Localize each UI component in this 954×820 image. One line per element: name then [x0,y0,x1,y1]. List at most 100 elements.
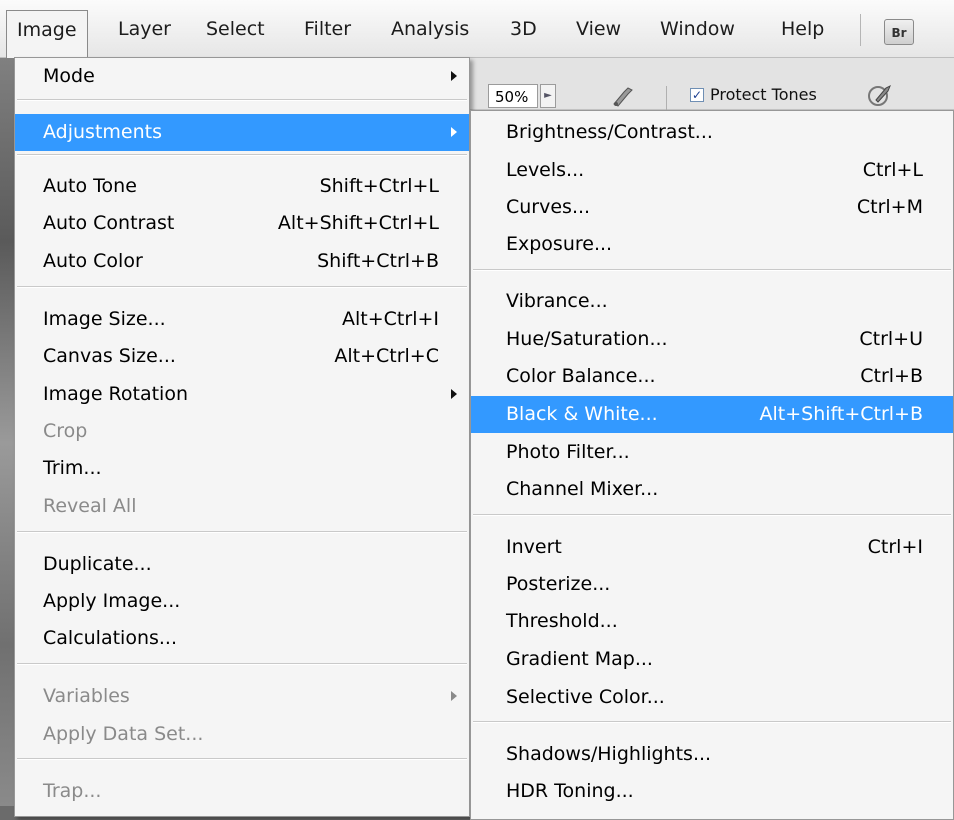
options-bar: 50% ► ✓ Protect Tones [470,58,954,110]
menu-select[interactable]: Select [196,10,275,48]
menu-item-label: Reveal All [43,495,137,517]
menu-item-label: Channel Mixer... [506,478,659,500]
menu-item-label: Vibrance... [506,290,608,312]
menu-item-mode[interactable]: Mode [15,58,469,95]
menu-item-levels[interactable]: Levels... Ctrl+L [471,152,953,189]
menu-separator [473,269,951,271]
menu-image[interactable]: Image [6,10,88,58]
menu-item-auto-color[interactable]: Auto Color Shift+Ctrl+B [15,243,469,280]
menu-item-label: Levels... [506,159,585,181]
options-divider [666,86,667,110]
menu-analysis[interactable]: Analysis [381,10,479,48]
menu-item-label: HDR Toning... [506,780,634,802]
adjustments-submenu: Brightness/Contrast... Levels... Ctrl+L … [470,110,954,820]
menu-item-label: Image Size... [43,308,166,330]
menu-separator [17,663,467,665]
menu-item-label: Auto Color [43,250,143,272]
menu-item-channel-mixer[interactable]: Channel Mixer... [471,471,953,508]
protect-tones-checkbox[interactable]: ✓ [690,88,704,102]
menu-item-threshold[interactable]: Threshold... [471,603,953,640]
menu-item-label: Variables [43,685,130,707]
menu-separator [473,721,951,723]
menu-separator [17,286,467,288]
menu-bar-divider [860,14,861,46]
menu-item-label: Mode [43,65,95,87]
image-menu: Mode Adjustments Auto Tone Shift+Ctrl+L … [14,57,470,817]
menu-item-shortcut: Shift+Ctrl+L [319,175,439,197]
menu-item-canvas-size[interactable]: Canvas Size... Alt+Ctrl+C [15,338,469,375]
menu-item-shortcut: Shift+Ctrl+B [317,250,439,272]
menu-item-photo-filter[interactable]: Photo Filter... [471,434,953,471]
menu-item-shadows-highlights[interactable]: Shadows/Highlights... [471,736,953,773]
menu-item-shortcut: Ctrl+B [860,365,923,387]
menu-item-exposure[interactable]: Exposure... [471,226,953,263]
menu-item-invert[interactable]: Invert Ctrl+I [471,529,953,566]
menu-item-selective-color[interactable]: Selective Color... [471,679,953,716]
tablet-pressure-icon[interactable] [866,82,894,108]
menu-item-shortcut: Alt+Ctrl+I [342,308,439,330]
submenu-arrow-icon [451,389,457,399]
menu-item-label: Threshold... [506,610,618,632]
menu-item-label: Hue/Saturation... [506,328,668,350]
menu-item-reveal-all[interactable]: Reveal All [15,488,469,525]
menu-item-label: Crop [43,420,88,442]
menu-separator [473,514,951,516]
menu-item-label: Auto Tone [43,175,137,197]
flow-percent-field[interactable]: 50% [488,84,538,108]
menu-item-duplicate[interactable]: Duplicate... [15,546,469,583]
menu-item-label: Duplicate... [43,553,152,575]
menu-item-label: Shadows/Highlights... [506,743,712,765]
menu-item-calculations[interactable]: Calculations... [15,620,469,657]
menu-bar: Image Layer Select Filter Analysis 3D Vi… [0,0,954,58]
bridge-icon[interactable]: Br [884,19,914,45]
menu-item-trim[interactable]: Trim... [15,450,469,487]
menu-item-hue-saturation[interactable]: Hue/Saturation... Ctrl+U [471,321,953,358]
submenu-arrow-icon [451,127,457,137]
menu-item-variables[interactable]: Variables [15,678,469,715]
protect-tones-label: Protect Tones [710,85,817,104]
menu-item-color-balance[interactable]: Color Balance... Ctrl+B [471,358,953,395]
menu-item-trap[interactable]: Trap... [15,773,469,810]
menu-item-gradient-map[interactable]: Gradient Map... [471,641,953,678]
menu-item-label: Apply Data Set... [43,723,204,745]
menu-filter[interactable]: Filter [294,10,361,48]
menu-item-crop[interactable]: Crop [15,413,469,450]
menu-item-auto-contrast[interactable]: Auto Contrast Alt+Shift+Ctrl+L [15,205,469,242]
menu-item-black-white[interactable]: Black & White... Alt+Shift+Ctrl+B [471,396,953,433]
chevron-right-icon[interactable]: ► [540,84,556,108]
menu-window[interactable]: Window [650,10,745,48]
menu-item-label: Apply Image... [43,590,181,612]
menu-item-label: Gradient Map... [506,648,653,670]
menu-item-label: Photo Filter... [506,441,630,463]
menu-separator [17,154,467,156]
canvas-backdrop [0,0,14,806]
menu-item-label: Canvas Size... [43,345,176,367]
menu-item-shortcut: Ctrl+I [867,536,923,558]
menu-item-shortcut: Alt+Ctrl+C [334,345,439,367]
menu-3d[interactable]: 3D [500,10,547,48]
submenu-arrow-icon [451,691,457,701]
menu-item-label: Invert [506,536,562,558]
airbrush-icon[interactable] [610,84,636,108]
submenu-arrow-icon [451,71,457,81]
menu-item-label: Curves... [506,196,591,218]
menu-item-curves[interactable]: Curves... Ctrl+M [471,189,953,226]
menu-item-apply-image[interactable]: Apply Image... [15,583,469,620]
menu-layer[interactable]: Layer [108,10,181,48]
menu-item-adjustments[interactable]: Adjustments [15,114,469,151]
menu-item-shortcut: Alt+Shift+Ctrl+L [277,212,439,234]
menu-help[interactable]: Help [771,10,834,48]
menu-item-apply-data-set[interactable]: Apply Data Set... [15,716,469,753]
menu-item-label: Calculations... [43,627,178,649]
menu-item-hdr-toning[interactable]: HDR Toning... [471,773,953,810]
menu-item-image-size[interactable]: Image Size... Alt+Ctrl+I [15,301,469,338]
menu-separator [17,531,467,533]
menu-item-brightness-contrast[interactable]: Brightness/Contrast... [471,114,953,151]
menu-item-posterize[interactable]: Posterize... [471,566,953,603]
menu-view[interactable]: View [566,10,631,48]
menu-item-auto-tone[interactable]: Auto Tone Shift+Ctrl+L [15,168,469,205]
menu-item-vibrance[interactable]: Vibrance... [471,283,953,320]
menu-item-image-rotation[interactable]: Image Rotation [15,376,469,413]
menu-item-label: Selective Color... [506,686,665,708]
menu-item-label: Brightness/Contrast... [506,121,713,143]
